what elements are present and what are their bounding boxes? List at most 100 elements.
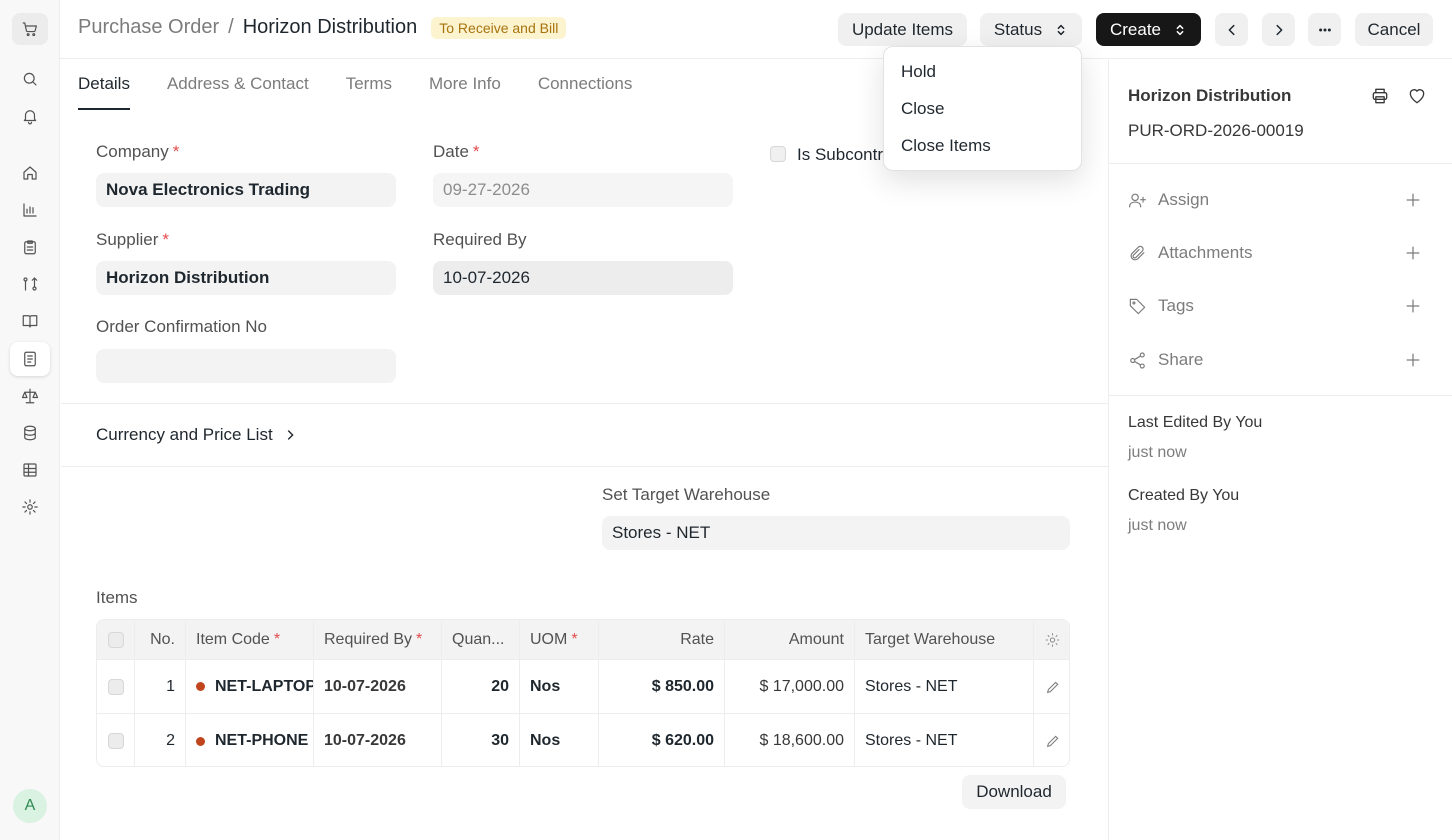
cart-icon[interactable] — [12, 13, 48, 45]
next-record-button[interactable] — [1262, 13, 1295, 46]
row-rate[interactable]: $ 620.00 — [599, 714, 725, 766]
prev-record-button[interactable] — [1215, 13, 1248, 46]
tag-icon — [1129, 298, 1146, 314]
user-add-icon — [1128, 193, 1147, 207]
order-confirmation-field[interactable] — [96, 349, 396, 383]
table-row[interactable]: 2 NET-PHONE 10-07-2026 30 Nos $ 620.00 $… — [97, 714, 1069, 766]
breadcrumb-parent[interactable]: Purchase Order — [78, 16, 219, 39]
tab-connections[interactable]: Connections — [538, 74, 633, 110]
sidebar-divider — [1109, 163, 1452, 164]
sidebar-item-label: Assign — [1158, 190, 1210, 209]
sidebar-item-tags[interactable]: Tags — [1128, 291, 1434, 321]
row-required-by[interactable]: 10-07-2026 — [314, 714, 442, 766]
clipboard-icon[interactable] — [10, 230, 50, 264]
sidebar-item-label: Share — [1158, 350, 1204, 369]
tab-details[interactable]: Details — [78, 74, 130, 110]
created-label: Created By You — [1128, 487, 1240, 504]
last-edited-label: Last Edited By You — [1128, 414, 1263, 431]
created-time: just now — [1128, 517, 1187, 534]
required-by-field[interactable]: 10-07-2026 — [433, 261, 733, 295]
edit-row-icon[interactable] — [1034, 714, 1069, 766]
gear-icon[interactable] — [10, 490, 50, 524]
sidebar-divider — [1109, 395, 1452, 396]
menu-item-close-items[interactable]: Close Items — [901, 136, 991, 156]
print-icon[interactable] — [1370, 86, 1390, 106]
sidebar-title: Horizon Distribution — [1128, 86, 1292, 105]
supplier-field[interactable]: Horizon Distribution — [96, 261, 396, 295]
download-button[interactable]: Download — [962, 775, 1066, 809]
date-label: Date * — [433, 142, 480, 161]
sidebar-item-label: Attachments — [1158, 243, 1253, 262]
tab-address-contact[interactable]: Address & Contact — [167, 74, 309, 110]
document-icon[interactable] — [10, 342, 50, 376]
row-amount: $ 17,000.00 — [725, 660, 855, 713]
edit-row-icon[interactable] — [1034, 660, 1069, 713]
row-item-code[interactable]: NET-LAPTOP — [186, 660, 314, 713]
share-icon — [1130, 351, 1145, 369]
row-checkbox[interactable] — [97, 714, 135, 766]
company-field[interactable]: Nova Electronics Trading — [96, 173, 396, 207]
row-item-code[interactable]: NET-PHONE — [186, 714, 314, 766]
row-number: 2 — [135, 714, 186, 766]
sidebar-item-share[interactable]: Share — [1128, 345, 1434, 375]
currency-section-toggle[interactable]: Currency and Price List — [96, 425, 297, 445]
status-badge: To Receive and Bill — [431, 16, 567, 39]
plus-icon[interactable] — [1403, 243, 1423, 263]
is-subcontracted-checkbox[interactable] — [770, 146, 786, 162]
user-avatar[interactable]: A — [13, 789, 47, 823]
scale-icon[interactable] — [10, 379, 50, 413]
sidebar-item-assign[interactable]: Assign — [1128, 185, 1434, 215]
app-root: A Purchase Order / Horizon Distribution … — [0, 0, 1452, 840]
target-warehouse-field[interactable]: Stores - NET — [602, 516, 1070, 550]
sidebar-item-attachments[interactable]: Attachments — [1128, 238, 1434, 268]
flow-icon[interactable] — [10, 267, 50, 301]
heart-icon[interactable] — [1407, 86, 1427, 106]
home-icon[interactable] — [10, 156, 50, 190]
book-icon[interactable] — [10, 304, 50, 338]
row-quantity[interactable]: 20 — [442, 660, 520, 713]
create-button-label: Create — [1109, 19, 1162, 39]
chevron-updown-icon — [1057, 24, 1065, 35]
row-checkbox[interactable] — [97, 660, 135, 713]
plus-icon[interactable] — [1403, 296, 1423, 316]
column-header-rate: Rate — [599, 620, 725, 659]
row-required-by[interactable]: 10-07-2026 — [314, 660, 442, 713]
is-subcontracted-label: Is Subcontracted — [797, 145, 887, 164]
search-icon[interactable] — [10, 62, 50, 96]
select-all-checkbox[interactable] — [97, 620, 135, 659]
cancel-button[interactable]: Cancel — [1355, 13, 1433, 46]
update-items-button[interactable]: Update Items — [838, 13, 967, 46]
plus-icon[interactable] — [1403, 350, 1423, 370]
row-uom[interactable]: Nos — [520, 660, 599, 713]
row-target-warehouse[interactable]: Stores - NET — [855, 714, 1034, 766]
bell-icon[interactable] — [10, 99, 50, 133]
tab-terms[interactable]: Terms — [346, 74, 392, 110]
row-rate[interactable]: $ 850.00 — [599, 660, 725, 713]
status-button[interactable]: Status — [980, 13, 1082, 46]
date-field[interactable]: 09-27-2026 — [433, 173, 733, 207]
row-uom[interactable]: Nos — [520, 714, 599, 766]
left-sidebar: A — [0, 0, 60, 840]
items-table: No. Item Code * Required By * Quan... UOM *… — [96, 619, 1070, 767]
row-quantity[interactable]: 30 — [442, 714, 520, 766]
plus-icon[interactable] — [1403, 190, 1423, 210]
column-header-item-code: Item Code * — [186, 620, 314, 659]
status-dot-icon — [196, 736, 205, 746]
document-sidebar: Horizon Distribution PUR-ORD-2026-00019 … — [1108, 60, 1452, 840]
database-icon[interactable] — [10, 416, 50, 450]
status-dot-icon — [196, 682, 205, 691]
row-target-warehouse[interactable]: Stores - NET — [855, 660, 1034, 713]
column-header-quantity: Quan... — [442, 620, 520, 659]
table-row[interactable]: 1 NET-LAPTOP 10-07-2026 20 Nos $ 850.00 … — [97, 660, 1069, 714]
create-button[interactable]: Create — [1096, 13, 1201, 46]
menu-item-close[interactable]: Close — [901, 99, 944, 119]
status-dropdown-menu: Hold Close Close Items — [883, 46, 1082, 171]
sidebar-item-label: Tags — [1158, 296, 1194, 315]
tab-more-info[interactable]: More Info — [429, 74, 501, 110]
menu-item-hold[interactable]: Hold — [901, 62, 936, 82]
column-settings-icon[interactable] — [1034, 620, 1069, 659]
chart-icon[interactable] — [10, 193, 50, 227]
more-actions-button[interactable] — [1308, 13, 1341, 46]
section-divider — [61, 466, 1108, 467]
table-icon[interactable] — [10, 453, 50, 487]
